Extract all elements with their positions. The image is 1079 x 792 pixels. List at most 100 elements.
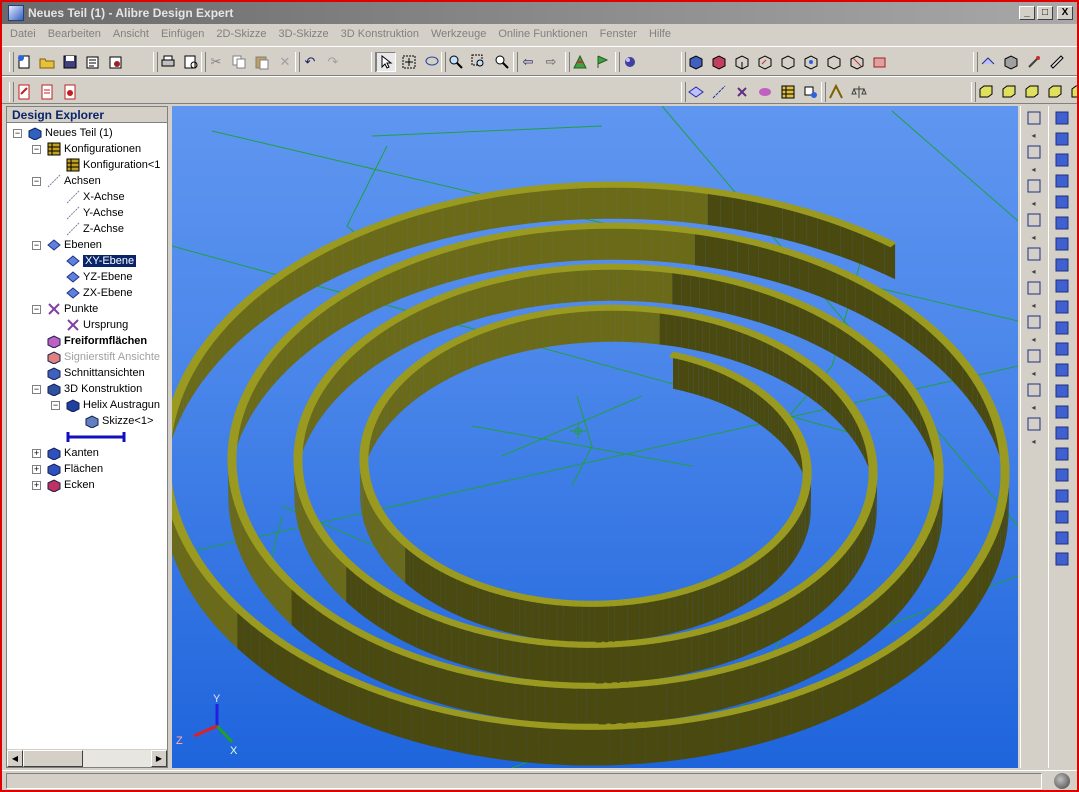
flyout-arrow-icon[interactable]: ◂	[1024, 300, 1044, 310]
chamfer-icon[interactable]	[1052, 508, 1072, 526]
pdf-icon[interactable]	[14, 82, 34, 102]
explorer-hscrollbar[interactable]: ◀ ▶	[7, 749, 167, 767]
tree-node[interactable]: Freiformflächen	[32, 333, 147, 349]
revolve-icon[interactable]	[1052, 403, 1072, 421]
point-icon[interactable]	[1024, 415, 1044, 433]
collapse-icon[interactable]: −	[13, 128, 22, 138]
minimize-button[interactable]: _	[1019, 6, 1035, 20]
function-icon[interactable]	[1052, 340, 1072, 358]
table-icon[interactable]	[778, 82, 798, 102]
tree-node[interactable]: YZ-Ebene	[51, 269, 133, 285]
plus-icon[interactable]	[1024, 143, 1044, 161]
tree-node[interactable]: Z-Achse	[51, 221, 124, 237]
back-icon[interactable]: ⇦	[518, 52, 538, 72]
shell-icon[interactable]	[1052, 466, 1072, 484]
import-icon[interactable]	[60, 82, 80, 102]
tree-node[interactable]: + Ecken	[32, 477, 95, 493]
revolve-icon[interactable]	[1052, 151, 1072, 169]
open-icon[interactable]	[37, 52, 57, 72]
zoom-icon[interactable]	[446, 52, 466, 72]
view-bottom-icon[interactable]	[1045, 82, 1065, 102]
spiral-sweep-model[interactable]	[172, 181, 1010, 766]
circle-icon[interactable]	[1024, 245, 1044, 263]
view-wire4-icon[interactable]	[801, 52, 821, 72]
delete-icon[interactable]: ✕	[275, 52, 295, 72]
line-icon[interactable]	[1024, 109, 1044, 127]
scroll-thumb[interactable]	[23, 750, 83, 767]
view-wire6-icon[interactable]	[847, 52, 867, 72]
arc-icon[interactable]	[1024, 279, 1044, 297]
view-left-icon[interactable]	[1068, 82, 1077, 102]
view-cube2-icon[interactable]	[709, 52, 729, 72]
view-front-icon[interactable]	[976, 82, 996, 102]
menu-ansicht[interactable]: Ansicht	[113, 28, 149, 40]
menu-2d-skizze[interactable]: 2D-Skizze	[216, 28, 266, 40]
tree-node[interactable]: X-Achse	[51, 189, 125, 205]
flyout-arrow-icon[interactable]: ◂	[1024, 198, 1044, 208]
view-cube-icon[interactable]	[686, 52, 706, 72]
collapse-icon[interactable]: −	[32, 144, 41, 154]
3d-viewport[interactable]: Y X Z	[172, 106, 1018, 768]
expand-icon[interactable]: +	[32, 448, 41, 458]
tree-node[interactable]: ZX-Ebene	[51, 285, 133, 301]
collapse-icon[interactable]: −	[32, 240, 41, 250]
scroll-left-icon[interactable]: ◀	[7, 750, 23, 767]
menu-3d-skizze[interactable]: 3D-Skizze	[279, 28, 329, 40]
fillet3d-icon[interactable]	[1052, 235, 1072, 253]
flyout-arrow-icon[interactable]: ◂	[1024, 334, 1044, 344]
sweep-icon[interactable]	[1052, 172, 1072, 190]
chamfer-icon[interactable]	[1052, 256, 1072, 274]
save-icon[interactable]	[60, 52, 80, 72]
tree-node[interactable]: − Neues Teil (1)	[13, 125, 113, 141]
tree-node[interactable]: − 3D Konstruktion	[32, 381, 142, 397]
select-box-icon[interactable]	[399, 52, 419, 72]
flyout-arrow-icon[interactable]: ◂	[1024, 402, 1044, 412]
display-tools-icon[interactable]	[1024, 52, 1044, 72]
globe-icon[interactable]	[1054, 773, 1070, 789]
copy-icon[interactable]	[229, 52, 249, 72]
flyout-arrow-icon[interactable]: ◂	[1024, 436, 1044, 446]
extrude-icon[interactable]	[1052, 109, 1072, 127]
cut-icon[interactable]: ✂	[206, 52, 226, 72]
tree-node[interactable]: XY-Ebene	[51, 253, 137, 269]
view-wire5-icon[interactable]	[824, 52, 844, 72]
pattern-icon[interactable]	[1052, 550, 1072, 568]
redo-icon[interactable]: ↷	[323, 52, 343, 72]
trim-icon[interactable]	[1024, 347, 1044, 365]
collapse-icon[interactable]: −	[51, 400, 60, 410]
scroll-track[interactable]	[83, 750, 151, 767]
freeform-tool-icon[interactable]	[755, 82, 775, 102]
tree-node[interactable]: Konfiguration<1	[51, 157, 160, 173]
menu-fenster[interactable]: Fenster	[600, 28, 637, 40]
spline-icon[interactable]	[1024, 313, 1044, 331]
balance-icon[interactable]	[849, 82, 869, 102]
tree-node[interactable]: − Helix Austragun	[51, 397, 160, 413]
view-top-icon[interactable]	[1022, 82, 1042, 102]
export-icon[interactable]	[37, 82, 57, 102]
menu-datei[interactable]: Datei	[10, 28, 36, 40]
plane-tool-icon[interactable]	[686, 82, 706, 102]
feature-green-icon[interactable]	[570, 52, 590, 72]
close-button[interactable]: X	[1057, 6, 1073, 20]
fillet-icon[interactable]	[1024, 381, 1044, 399]
display-mode-icon[interactable]	[978, 52, 998, 72]
collapse-icon[interactable]: −	[32, 384, 41, 394]
view-shaded-icon[interactable]	[870, 52, 890, 72]
forward-icon[interactable]: ⇨	[541, 52, 561, 72]
undo-icon[interactable]: ↶	[300, 52, 320, 72]
print-preview-icon[interactable]	[181, 52, 201, 72]
view-wire3-icon[interactable]	[778, 52, 798, 72]
design-table-icon[interactable]	[801, 82, 821, 102]
feature-flag-icon[interactable]	[593, 52, 613, 72]
flyout-arrow-icon[interactable]: ◂	[1024, 232, 1044, 242]
sweep-icon[interactable]	[1052, 424, 1072, 442]
menu-einfuegen[interactable]: Einfügen	[161, 28, 204, 40]
extrude-icon[interactable]	[1052, 361, 1072, 379]
print-icon[interactable]	[158, 52, 178, 72]
lasso-icon[interactable]	[422, 52, 442, 72]
menu-hilfe[interactable]: Hilfe	[649, 28, 671, 40]
menu-bearbeiten[interactable]: Bearbeiten	[48, 28, 101, 40]
tree-node[interactable]: + Kanten	[32, 445, 99, 461]
model-canvas[interactable]: Y X Z	[172, 106, 1018, 768]
tree-node[interactable]: Y-Achse	[51, 205, 124, 221]
